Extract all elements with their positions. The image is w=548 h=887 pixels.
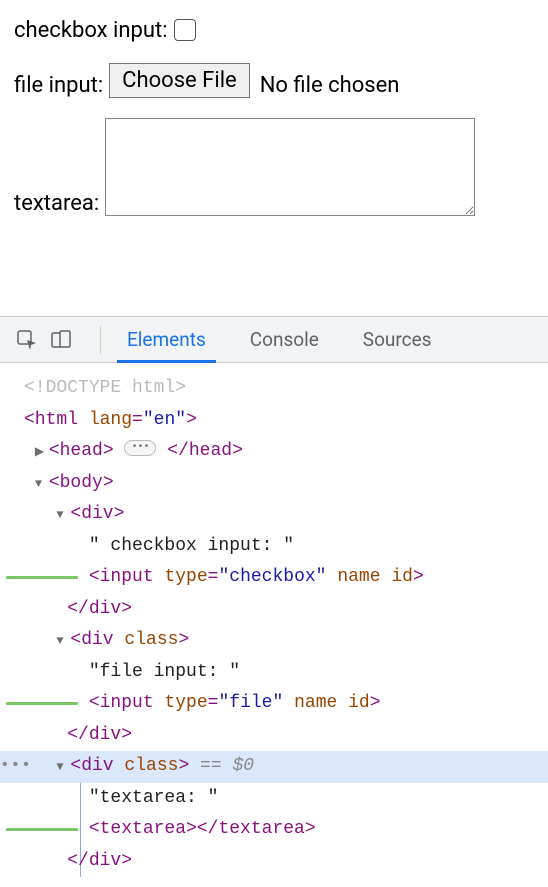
file-status: No file chosen	[260, 73, 400, 98]
checkbox-row: checkbox input:	[14, 18, 534, 43]
dom-text-textarea[interactable]: "textarea: "	[0, 783, 548, 815]
page-content: checkbox input: file input: Choose File …	[0, 0, 548, 246]
dom-div3-open-selected[interactable]: ••• ▼<div class> == $0	[0, 751, 548, 783]
dom-text-checkbox[interactable]: " checkbox input: "	[0, 531, 548, 563]
modified-marker	[6, 828, 78, 831]
dom-body-open[interactable]: ▼<body>	[0, 468, 548, 500]
dom-tree[interactable]: <!DOCTYPE html> <html lang="en"> ▶<head>…	[0, 363, 548, 887]
modified-marker	[6, 576, 78, 579]
dom-input-file[interactable]: <input type="file" name id>	[0, 688, 548, 720]
selected-children-group: "textarea: " <textarea></textarea> </div…	[0, 783, 548, 878]
dom-head[interactable]: ▶<head> ••• </head>	[0, 436, 548, 468]
dom-div3-close[interactable]: </div>	[0, 846, 548, 878]
tab-divider	[100, 326, 101, 354]
textarea-input[interactable]	[105, 118, 475, 216]
dom-div1-open[interactable]: ▼<div>	[0, 499, 548, 531]
ellipsis-icon[interactable]: •••	[124, 440, 156, 456]
expand-icon[interactable]: ▼	[35, 474, 49, 495]
modified-marker	[6, 702, 78, 705]
dom-div2-close[interactable]: </div>	[0, 720, 548, 752]
file-label: file input:	[14, 73, 103, 98]
collapse-icon[interactable]: ▶	[35, 442, 49, 463]
dom-input-checkbox[interactable]: <input type="checkbox" name id>	[0, 562, 548, 594]
devtools-panel: Elements Console Sources <!DOCTYPE html>…	[0, 316, 548, 887]
dom-textarea-el[interactable]: <textarea></textarea>	[0, 814, 548, 846]
dom-div2-open[interactable]: ▼<div class>	[0, 625, 548, 657]
textarea-label: textarea:	[14, 191, 99, 216]
devtools-tabbar: Elements Console Sources	[0, 317, 548, 363]
dom-text-file[interactable]: "file input: "	[0, 657, 548, 689]
dom-html-open[interactable]: <html lang="en">	[0, 405, 548, 437]
device-toggle-icon[interactable]	[50, 329, 72, 351]
file-row: file input: Choose File No file chosen	[14, 63, 534, 98]
checkbox-label: checkbox input:	[14, 18, 168, 43]
tab-elements[interactable]: Elements	[117, 318, 216, 363]
checkbox-input[interactable]	[174, 19, 196, 41]
expand-icon[interactable]: ▼	[56, 505, 70, 526]
gutter-menu-icon[interactable]: •••	[0, 751, 32, 779]
inspect-icon[interactable]	[16, 329, 38, 351]
expand-icon[interactable]: ▼	[56, 757, 70, 778]
textarea-row: textarea:	[14, 118, 534, 216]
dom-div1-close[interactable]: </div>	[0, 594, 548, 626]
tab-sources[interactable]: Sources	[353, 318, 442, 361]
expand-icon[interactable]: ▼	[56, 631, 70, 652]
dom-doctype[interactable]: <!DOCTYPE html>	[0, 373, 548, 405]
choose-file-button[interactable]: Choose File	[109, 63, 250, 98]
tab-console[interactable]: Console	[240, 318, 329, 361]
